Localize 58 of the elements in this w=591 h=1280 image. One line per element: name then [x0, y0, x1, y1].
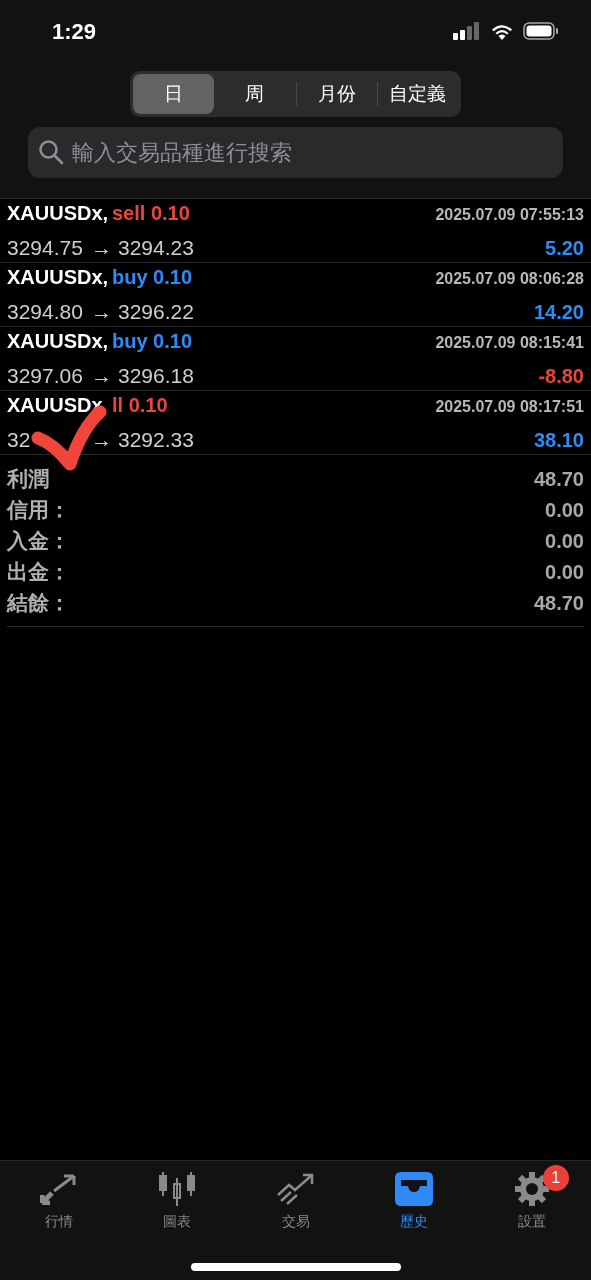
period-tab[interactable]: 日: [133, 74, 215, 114]
double-arrow-icon: [40, 1173, 79, 1205]
status-time: 1:29: [52, 17, 97, 46]
trend-arrow-icon: [276, 1173, 315, 1205]
deal-profit: 5.20: [545, 235, 584, 261]
close-price: 3296.18: [118, 362, 194, 389]
arrow-sign: →: [91, 426, 112, 453]
symbol-label: XAUUSDx: [7, 393, 103, 416]
summary-value: 0.00: [545, 559, 584, 585]
deal-time: 2025.07.09 08:17:51: [435, 396, 584, 417]
period-tab[interactable]: 自定義: [377, 74, 458, 114]
open-price: 3297.06: [7, 362, 84, 389]
order-side: buy 0.10: [112, 328, 193, 354]
symbol-label: XAUUSDx,: [7, 329, 109, 352]
deal-profit: -8.80: [538, 363, 584, 389]
summary-value: 0.00: [545, 497, 584, 523]
inbox-tray-icon: [394, 1172, 433, 1206]
search-icon: [38, 139, 64, 165]
deal-time: 2025.07.09 07:55:13: [435, 204, 584, 225]
battery-icon: [523, 22, 559, 40]
order-side: ll 0.10: [112, 392, 168, 418]
summary-label: 入金：: [7, 527, 70, 554]
search-field[interactable]: 輸入交易品種進行搜索: [28, 127, 563, 178]
deal-time: 2025.07.09 08:06:28: [435, 268, 584, 289]
period-tab[interactable]: 周: [214, 74, 296, 114]
tab-bar-item[interactable]: 行情: [34, 1171, 85, 1232]
open-price: 3294.80: [7, 298, 84, 325]
deal-time: 2025.07.09 08:15:41: [435, 332, 584, 353]
tab-bar-item[interactable]: 圖表: [152, 1171, 203, 1232]
period-tab[interactable]: 月份: [296, 74, 377, 114]
deal-profit: 14.20: [533, 299, 584, 325]
symbol-label: XAUUSDx,: [7, 265, 109, 288]
open-price: 3294.75: [7, 234, 84, 261]
open-price: 32: [7, 426, 32, 453]
signal-icon: [453, 22, 481, 40]
summary-label: 出金：: [7, 558, 70, 585]
tab-bar-item[interactable]: 交易: [270, 1171, 321, 1232]
close-price: 3292.33: [118, 426, 194, 453]
deal-profit: 38.10: [533, 427, 584, 453]
candlestick-icon: [158, 1172, 197, 1206]
settings-icon: [513, 1171, 550, 1207]
close-price: 3294.23: [118, 234, 194, 261]
summary-value: 48.70: [533, 466, 584, 492]
close-price: 3296.22: [118, 298, 194, 325]
tab-bar-item[interactable]: 歷史: [388, 1171, 439, 1232]
summary-value: 48.70: [533, 590, 584, 616]
order-side: sell 0.10: [112, 200, 190, 226]
wifi-icon: [491, 22, 513, 40]
symbol-label: XAUUSDx,: [7, 201, 109, 224]
arrow-sign: →: [91, 298, 112, 325]
summary-value: 0.00: [545, 528, 584, 554]
arrow-sign: →: [91, 362, 112, 389]
summary-label: 利潤: [7, 465, 49, 492]
notification-badge: 1: [542, 1165, 569, 1191]
arrow-sign: →: [91, 234, 112, 261]
order-side: buy 0.10: [112, 264, 193, 290]
summary-label: 結餘：: [7, 589, 70, 616]
summary-label: 信用：: [7, 496, 70, 523]
